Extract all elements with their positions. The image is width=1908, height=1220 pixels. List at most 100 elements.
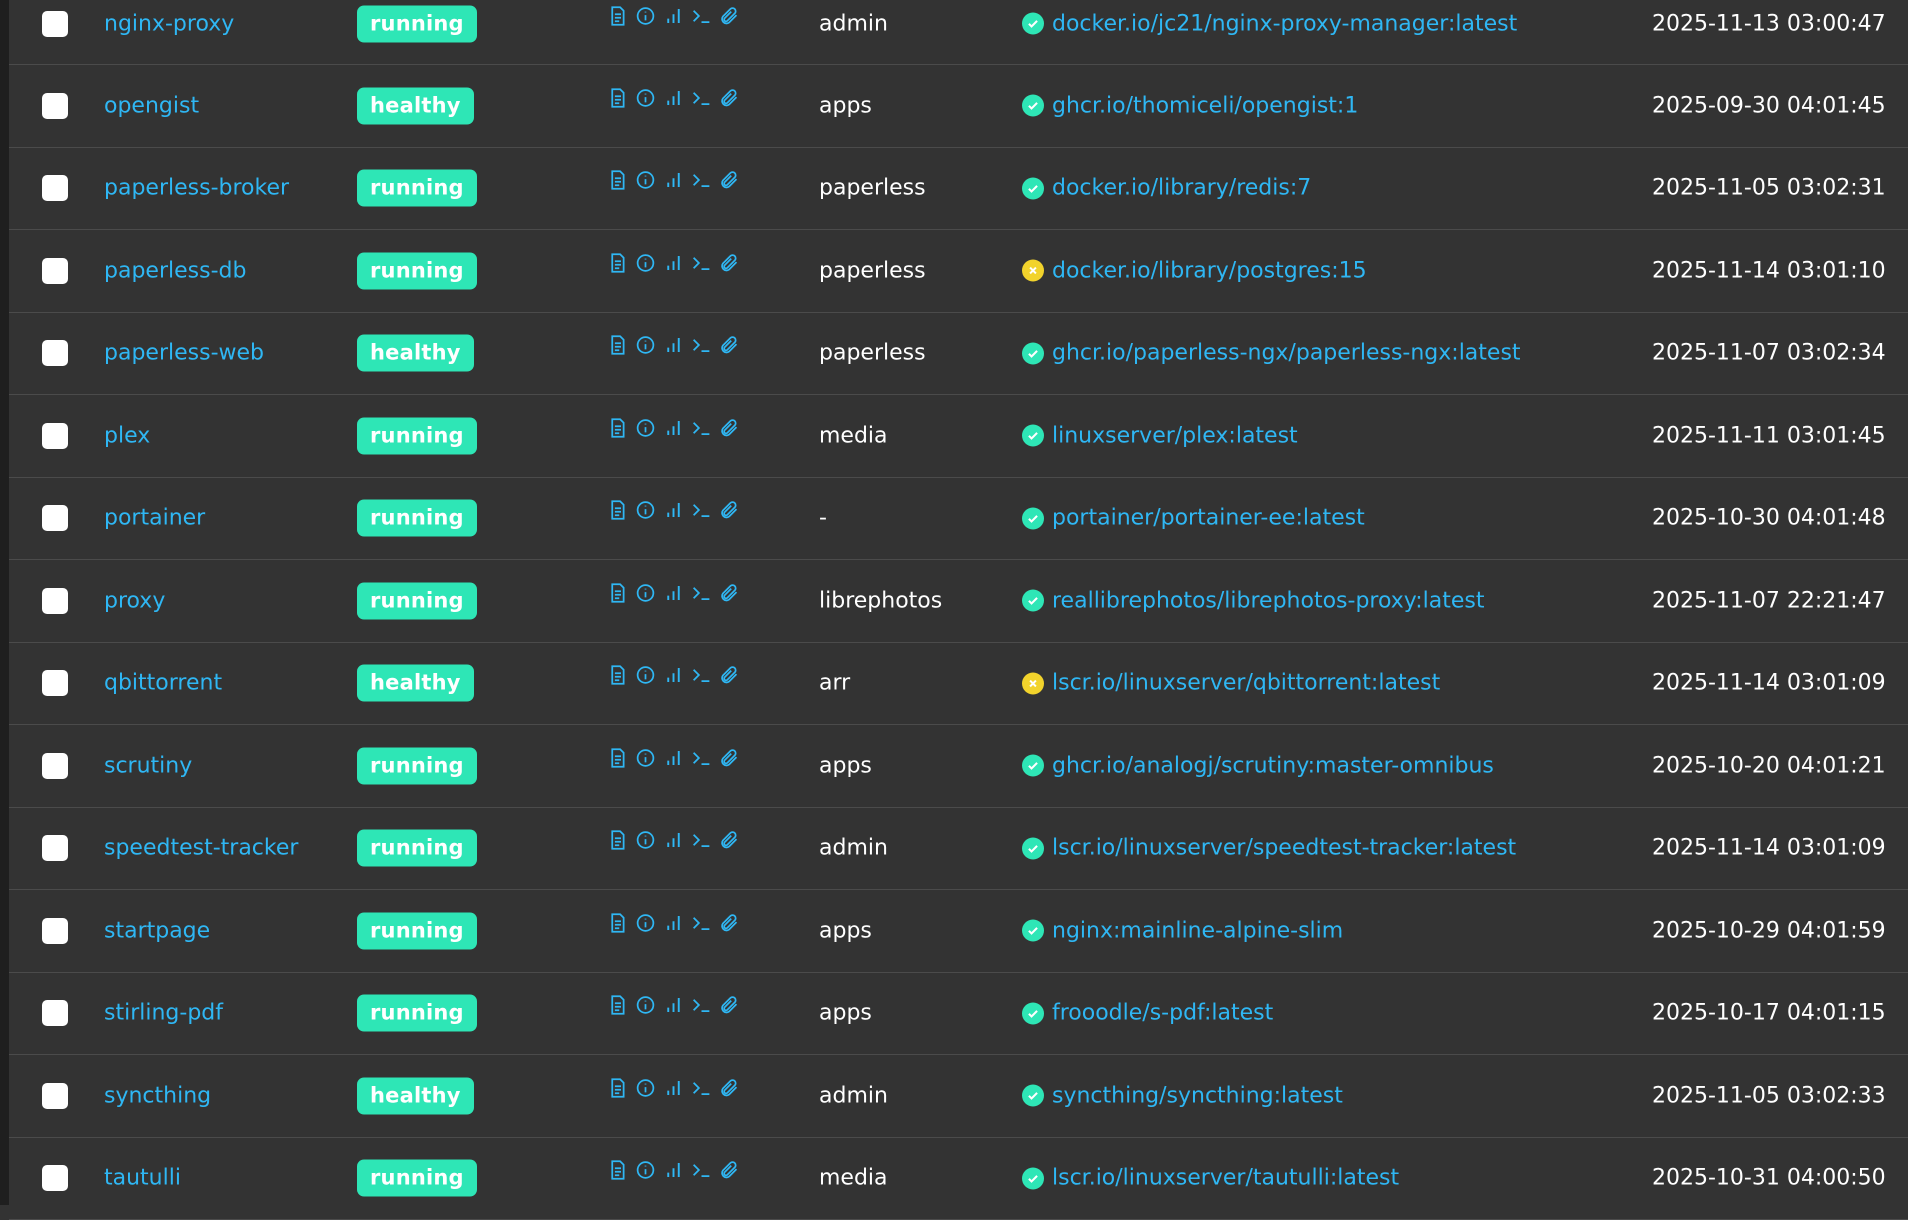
logs-icon[interactable] [607, 170, 628, 191]
attach-icon[interactable] [719, 1077, 740, 1098]
attach-icon[interactable] [719, 995, 740, 1016]
logs-icon[interactable] [607, 417, 628, 438]
stats-icon[interactable] [663, 252, 684, 273]
inspect-icon[interactable] [635, 1077, 656, 1098]
inspect-icon[interactable] [635, 500, 656, 521]
image-link[interactable]: docker.io/jc21/nginx-proxy-manager:lates… [1052, 11, 1517, 36]
attach-icon[interactable] [719, 1160, 740, 1181]
stats-icon[interactable] [663, 912, 684, 933]
container-name-link[interactable]: stirling-pdf [104, 1001, 223, 1026]
inspect-icon[interactable] [635, 417, 656, 438]
attach-icon[interactable] [719, 335, 740, 356]
inspect-icon[interactable] [635, 87, 656, 108]
container-name-link[interactable]: speedtest-tracker [104, 836, 298, 861]
console-icon[interactable] [691, 995, 712, 1016]
row-checkbox[interactable] [42, 1083, 68, 1109]
image-link[interactable]: reallibrephotos/librephotos-proxy:latest [1052, 588, 1484, 613]
stats-icon[interactable] [663, 665, 684, 686]
row-checkbox[interactable] [42, 505, 68, 531]
attach-icon[interactable] [719, 665, 740, 686]
inspect-icon[interactable] [635, 1160, 656, 1181]
logs-icon[interactable] [607, 582, 628, 603]
console-icon[interactable] [691, 665, 712, 686]
image-link[interactable]: docker.io/library/redis:7 [1052, 176, 1311, 201]
stats-icon[interactable] [663, 747, 684, 768]
image-link[interactable]: ghcr.io/analogj/scrutiny:master-omnibus [1052, 753, 1494, 778]
console-icon[interactable] [691, 582, 712, 603]
container-name-link[interactable]: paperless-web [104, 341, 264, 366]
row-checkbox[interactable] [42, 753, 68, 779]
stats-icon[interactable] [663, 417, 684, 438]
logs-icon[interactable] [607, 995, 628, 1016]
inspect-icon[interactable] [635, 335, 656, 356]
container-name-link[interactable]: paperless-broker [104, 176, 289, 201]
logs-icon[interactable] [607, 87, 628, 108]
attach-icon[interactable] [719, 582, 740, 603]
stats-icon[interactable] [663, 830, 684, 851]
attach-icon[interactable] [719, 5, 740, 26]
console-icon[interactable] [691, 830, 712, 851]
console-icon[interactable] [691, 170, 712, 191]
stats-icon[interactable] [663, 995, 684, 1016]
stats-icon[interactable] [663, 1077, 684, 1098]
logs-icon[interactable] [607, 335, 628, 356]
stats-icon[interactable] [663, 87, 684, 108]
inspect-icon[interactable] [635, 995, 656, 1016]
inspect-icon[interactable] [635, 170, 656, 191]
attach-icon[interactable] [719, 87, 740, 108]
stats-icon[interactable] [663, 500, 684, 521]
image-link[interactable]: ghcr.io/paperless-ngx/paperless-ngx:late… [1052, 341, 1521, 366]
stats-icon[interactable] [663, 170, 684, 191]
row-checkbox[interactable] [42, 670, 68, 696]
container-name-link[interactable]: syncthing [104, 1083, 211, 1108]
logs-icon[interactable] [607, 1077, 628, 1098]
console-icon[interactable] [691, 912, 712, 933]
row-checkbox[interactable] [42, 175, 68, 201]
row-checkbox[interactable] [42, 340, 68, 366]
container-name-link[interactable]: proxy [104, 588, 165, 613]
logs-icon[interactable] [607, 1160, 628, 1181]
logs-icon[interactable] [607, 5, 628, 26]
container-name-link[interactable]: scrutiny [104, 753, 192, 778]
attach-icon[interactable] [719, 747, 740, 768]
console-icon[interactable] [691, 252, 712, 273]
inspect-icon[interactable] [635, 582, 656, 603]
image-link[interactable]: docker.io/library/postgres:15 [1052, 258, 1367, 283]
container-name-link[interactable]: tautulli [104, 1166, 181, 1191]
inspect-icon[interactable] [635, 665, 656, 686]
row-checkbox[interactable] [42, 835, 68, 861]
image-link[interactable]: frooodle/s-pdf:latest [1052, 1001, 1273, 1026]
image-link[interactable]: portainer/portainer-ee:latest [1052, 506, 1365, 531]
attach-icon[interactable] [719, 830, 740, 851]
console-icon[interactable] [691, 1160, 712, 1181]
stats-icon[interactable] [663, 582, 684, 603]
container-name-link[interactable]: startpage [104, 918, 210, 943]
stats-icon[interactable] [663, 1160, 684, 1181]
row-checkbox[interactable] [42, 1000, 68, 1026]
container-name-link[interactable]: paperless-db [104, 258, 246, 283]
logs-icon[interactable] [607, 500, 628, 521]
inspect-icon[interactable] [635, 5, 656, 26]
logs-icon[interactable] [607, 665, 628, 686]
container-name-link[interactable]: nginx-proxy [104, 11, 234, 36]
row-checkbox[interactable] [42, 93, 68, 119]
image-link[interactable]: ghcr.io/thomiceli/opengist:1 [1052, 93, 1358, 118]
console-icon[interactable] [691, 87, 712, 108]
image-link[interactable]: syncthing/syncthing:latest [1052, 1083, 1343, 1108]
image-link[interactable]: lscr.io/linuxserver/qbittorrent:latest [1052, 671, 1440, 696]
container-name-link[interactable]: opengist [104, 93, 199, 118]
stats-icon[interactable] [663, 335, 684, 356]
inspect-icon[interactable] [635, 252, 656, 273]
row-checkbox[interactable] [42, 258, 68, 284]
row-checkbox[interactable] [42, 1165, 68, 1191]
image-link[interactable]: nginx:mainline-alpine-slim [1052, 918, 1343, 943]
console-icon[interactable] [691, 500, 712, 521]
console-icon[interactable] [691, 417, 712, 438]
console-icon[interactable] [691, 1077, 712, 1098]
container-name-link[interactable]: plex [104, 423, 150, 448]
logs-icon[interactable] [607, 252, 628, 273]
container-name-link[interactable]: qbittorrent [104, 671, 222, 696]
console-icon[interactable] [691, 5, 712, 26]
attach-icon[interactable] [719, 912, 740, 933]
logs-icon[interactable] [607, 912, 628, 933]
